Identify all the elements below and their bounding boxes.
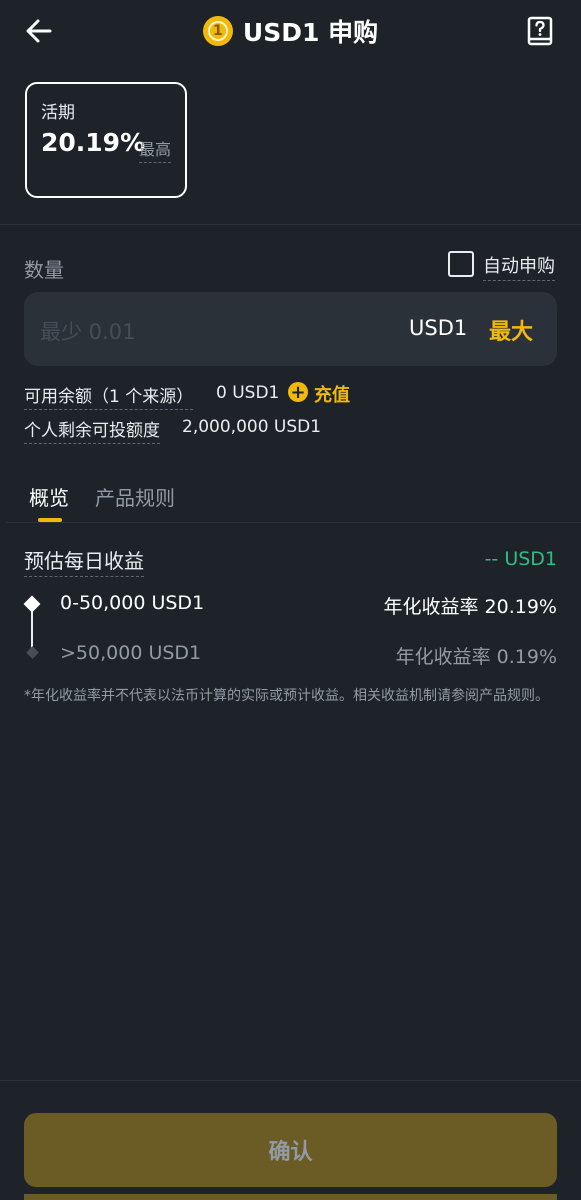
estimated-daily-earnings-value: -- USD1 bbox=[484, 548, 557, 570]
tabs-divider bbox=[6, 522, 581, 523]
tab-overview[interactable]: 概览 bbox=[29, 482, 69, 511]
term-rate: 20.19% bbox=[41, 128, 146, 157]
tab-product-rules[interactable]: 产品规则 bbox=[95, 482, 175, 511]
term-rate-suffix: 最高 bbox=[139, 136, 172, 163]
amount-input-container[interactable]: 最少 0.01 USD1 最大 bbox=[24, 292, 557, 366]
disclaimer-text: *年化收益率并不代表以法币计算的实际或预计收益。相关收益机制请参阅产品规则。 bbox=[24, 688, 549, 704]
auto-subscribe-checkbox[interactable] bbox=[448, 251, 474, 277]
tier-diamond-icon bbox=[23, 595, 41, 613]
amount-label: 数量 bbox=[24, 258, 64, 282]
section-divider bbox=[0, 224, 581, 225]
help-button[interactable] bbox=[527, 16, 553, 46]
usd1-coin-icon: 1 bbox=[202, 16, 233, 46]
header: 1 USD1 申购 bbox=[0, 14, 581, 48]
tier-range: 0-50,000 USD1 bbox=[60, 592, 205, 614]
max-button[interactable]: 最大 bbox=[489, 314, 533, 346]
plus-icon[interactable]: + bbox=[288, 382, 308, 403]
term-label: 活期 bbox=[41, 103, 75, 123]
amount-unit: USD1 bbox=[409, 316, 468, 340]
confirm-button[interactable]: 确认 bbox=[24, 1113, 557, 1187]
tier-rate: 年化收益率 0.19% bbox=[395, 646, 557, 668]
tier-diamond-icon bbox=[26, 646, 39, 659]
estimated-daily-earnings-label[interactable]: 预估每日收益 bbox=[24, 545, 144, 577]
page-title: USD1 申购 bbox=[242, 18, 379, 47]
remaining-quota-value: 2,000,000 USD1 bbox=[182, 417, 322, 437]
tier-rate: 年化收益率 20.19% bbox=[383, 596, 558, 618]
question-book-icon bbox=[527, 16, 553, 46]
deposit-link[interactable]: 充值 bbox=[314, 381, 350, 407]
footer-divider bbox=[0, 1080, 581, 1081]
auto-subscribe-label[interactable]: 自动申购 bbox=[483, 252, 555, 281]
available-balance-label[interactable]: 可用余额（1 个来源） bbox=[24, 382, 194, 410]
available-balance-value: 0 USD1 bbox=[216, 383, 280, 403]
amount-input[interactable]: 最少 0.01 bbox=[40, 316, 135, 346]
bottom-button-edge bbox=[24, 1194, 557, 1200]
term-card-flexible[interactable]: 活期 20.19% 最高 bbox=[25, 82, 187, 198]
remaining-quota-label[interactable]: 个人剩余可投额度 bbox=[24, 416, 160, 444]
tier-range: >50,000 USD1 bbox=[60, 642, 202, 664]
